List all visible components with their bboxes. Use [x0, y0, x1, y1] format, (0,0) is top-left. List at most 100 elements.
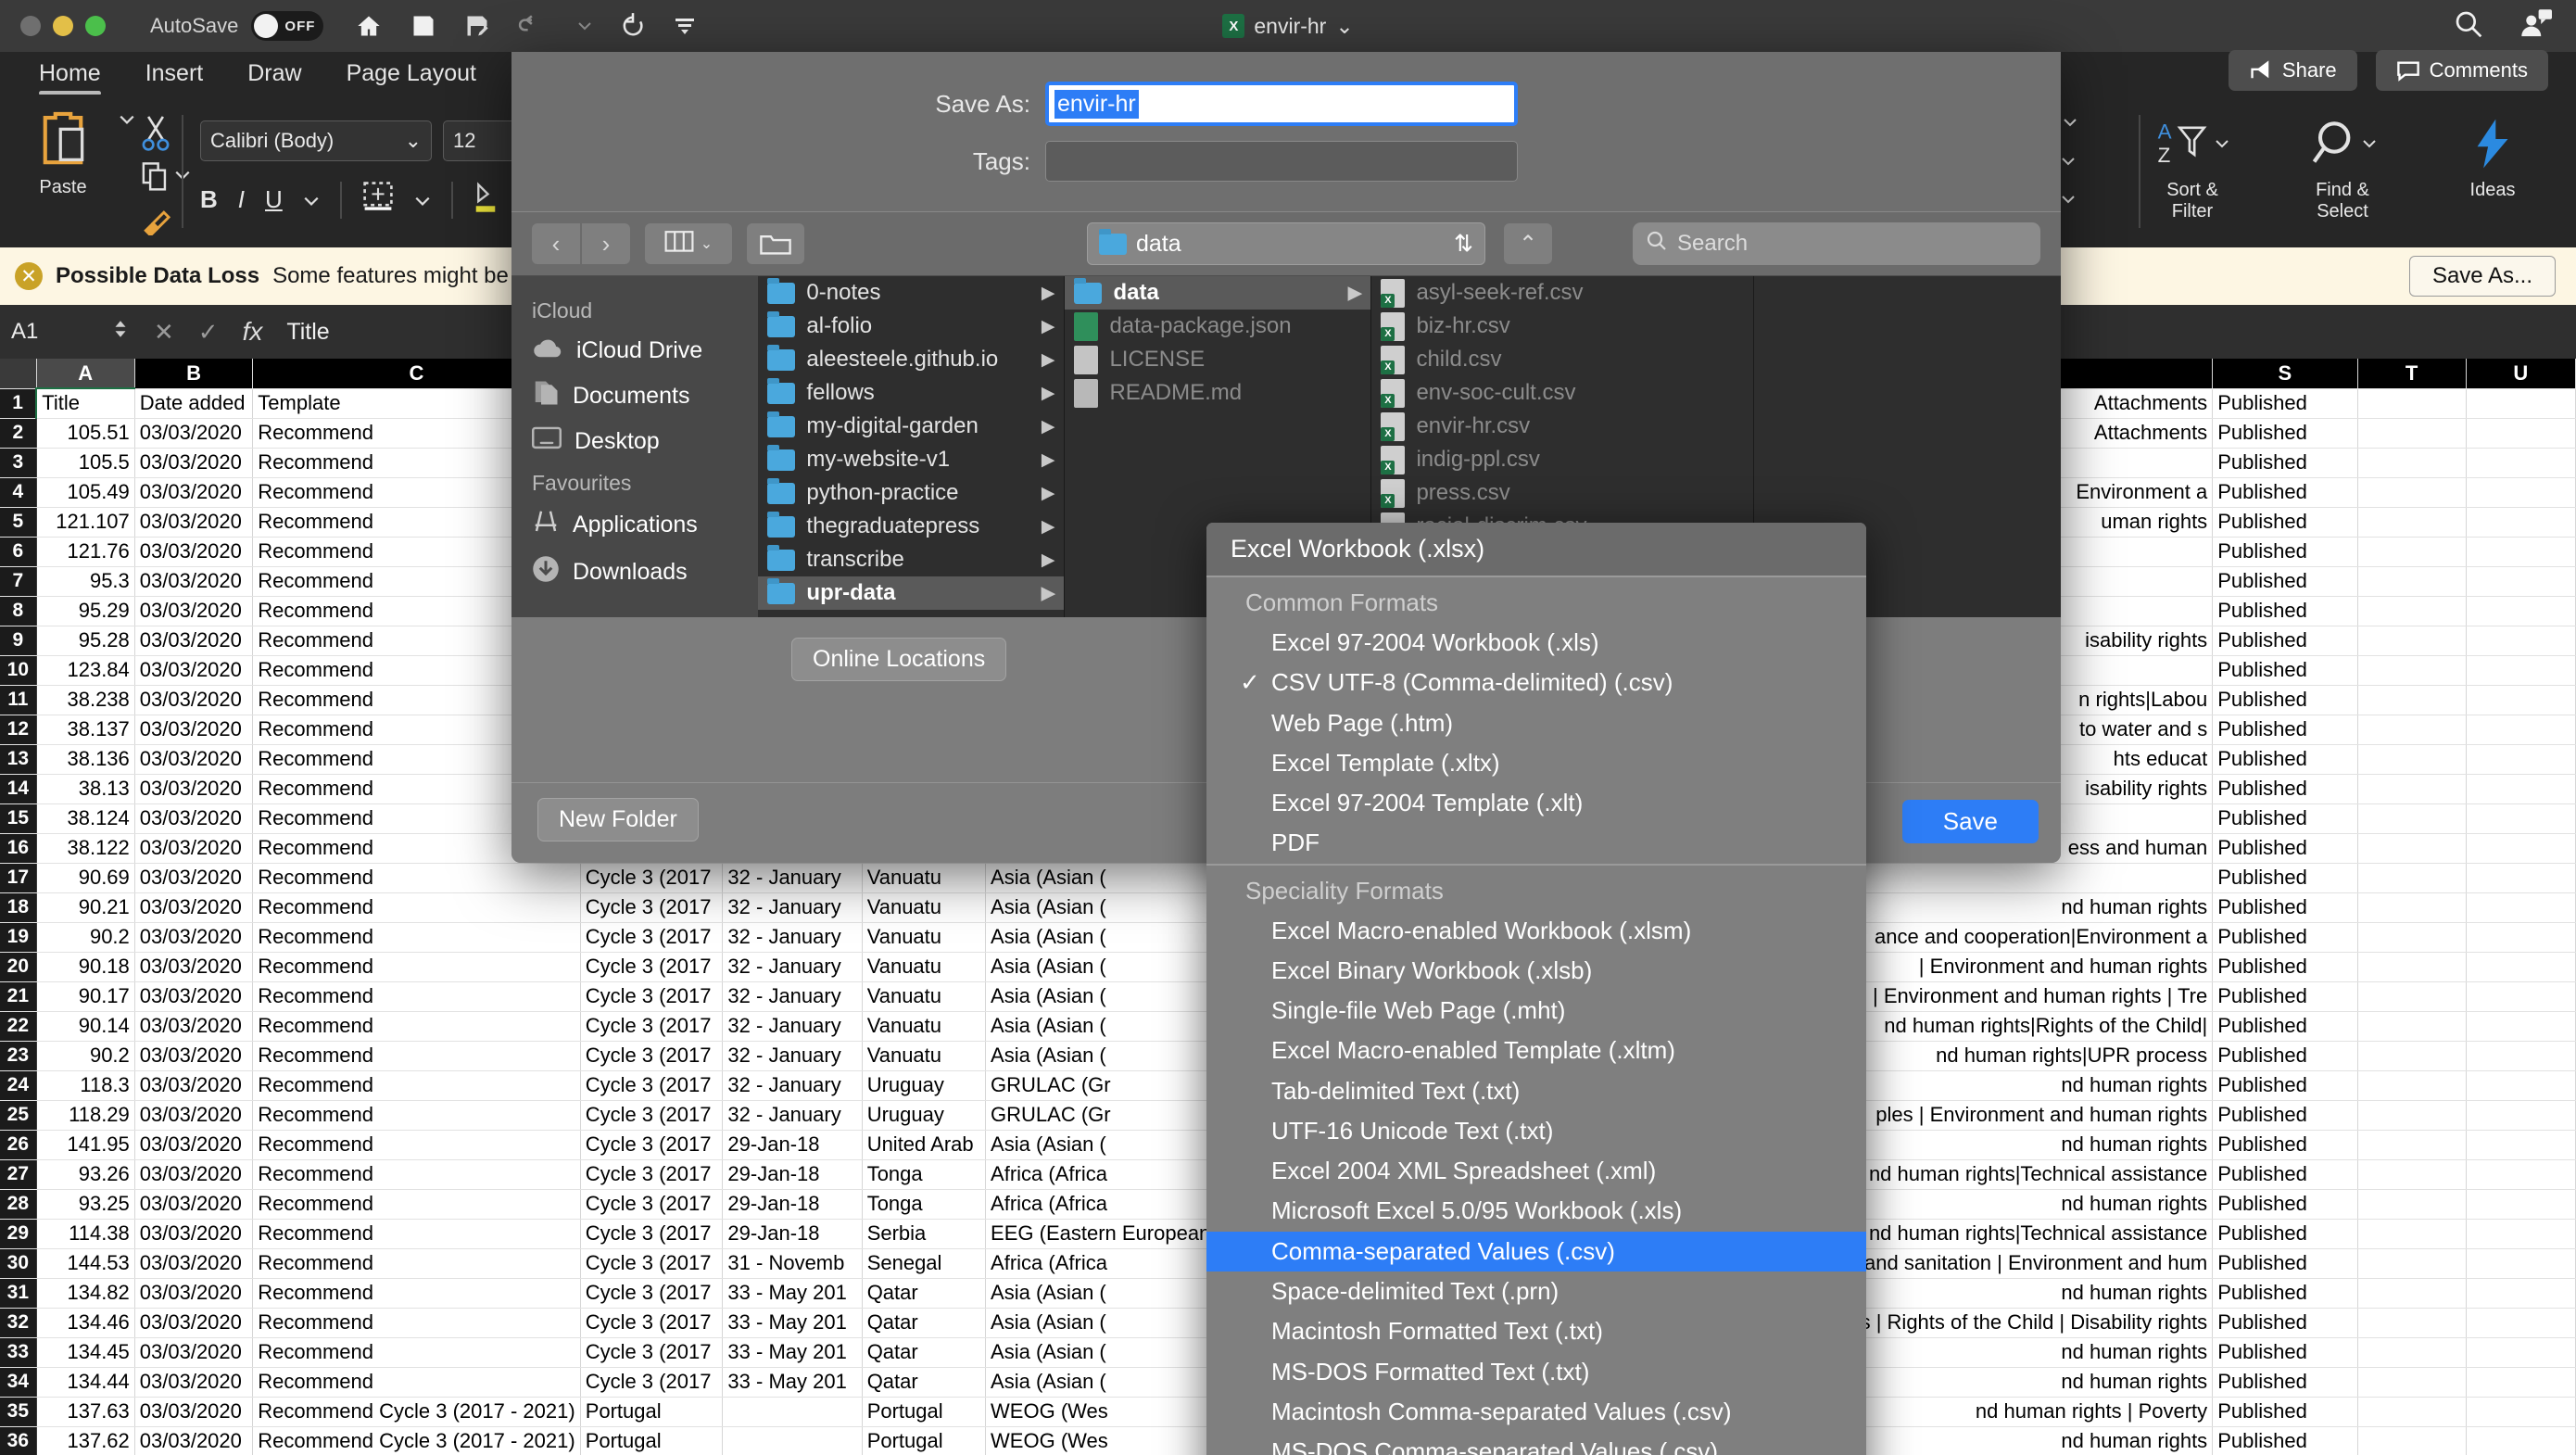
row-header[interactable]: 22	[0, 1011, 37, 1042]
cell[interactable]: Asia (Asian (	[985, 1337, 1244, 1368]
row-header[interactable]: 4	[0, 477, 37, 508]
cell[interactable]: Uruguay	[862, 1070, 987, 1101]
menu-item[interactable]: Excel Template (.xltx)	[1206, 743, 1866, 783]
search-icon[interactable]	[2454, 9, 2483, 44]
cell[interactable]: Vanuatu	[862, 1041, 987, 1071]
cell[interactable]: Asia (Asian (	[985, 1308, 1244, 1338]
cell[interactable]: Published	[2212, 537, 2358, 567]
row-header[interactable]: 36	[0, 1426, 37, 1455]
tab-home[interactable]: Home	[17, 60, 123, 95]
cell[interactable]: United Arab	[862, 1130, 987, 1160]
row-header[interactable]: 33	[0, 1337, 37, 1368]
cell[interactable]: Cycle 3 (2017	[580, 863, 724, 893]
cell[interactable]: Recommend	[252, 1159, 581, 1190]
cell[interactable]: Published	[2212, 1041, 2358, 1071]
cell[interactable]: 32 - January	[722, 863, 863, 893]
cell[interactable]: Published	[2212, 981, 2358, 1012]
menu-item[interactable]: Macintosh Formatted Text (.txt)	[1206, 1311, 1866, 1351]
cell[interactable]: Published	[2212, 1100, 2358, 1131]
menu-item[interactable]: Excel Macro-enabled Template (.xltm)	[1206, 1031, 1866, 1070]
row-header[interactable]: 30	[0, 1248, 37, 1279]
cell[interactable]	[2466, 803, 2576, 834]
cell[interactable]: 90.14	[36, 1011, 135, 1042]
cell[interactable]: Published	[2212, 715, 2358, 745]
cell[interactable]: nd human rights	[1855, 1337, 2214, 1368]
cell[interactable]: Published	[2212, 448, 2358, 478]
cell[interactable]: GRULAC (Gr	[985, 1070, 1244, 1101]
row-header[interactable]: 12	[0, 715, 37, 745]
account-icon[interactable]	[2520, 8, 2552, 44]
cell[interactable]: Recommend	[252, 1070, 581, 1101]
row-header[interactable]: 19	[0, 922, 37, 953]
bold-button[interactable]: B	[200, 185, 218, 214]
file-row[interactable]: my-website-v1 ▶	[758, 443, 1064, 476]
row-header[interactable]: 13	[0, 744, 37, 775]
back-button[interactable]: ‹	[532, 223, 580, 264]
cell[interactable]: 33 - May 201	[722, 1308, 863, 1338]
cell[interactable]: 141.95	[36, 1130, 135, 1160]
cell[interactable]: nd human rights|Technical assistance	[1855, 1159, 2214, 1190]
cell[interactable]: 03/03/2020	[134, 596, 254, 626]
row-header[interactable]: 15	[0, 803, 37, 834]
cell[interactable]: Published	[2212, 1337, 2358, 1368]
cell[interactable]: Vanuatu	[862, 952, 987, 982]
cell[interactable]: Africa (Africa	[985, 1189, 1244, 1220]
cell[interactable]	[2466, 744, 2576, 775]
go-up-button[interactable]: ⌃	[1504, 223, 1552, 264]
cell[interactable]: Recommend	[252, 1189, 581, 1220]
cell[interactable]: Cycle 3 (2017	[580, 1070, 724, 1101]
file-row[interactable]: transcribe ▶	[758, 543, 1064, 576]
cell[interactable]	[2357, 1308, 2467, 1338]
cell[interactable]: 32 - January	[722, 952, 863, 982]
cell[interactable]: 32 - January	[722, 1041, 863, 1071]
file-row[interactable]: asyl-seek-ref.csv	[1371, 276, 1753, 310]
cell[interactable]: 03/03/2020	[134, 981, 254, 1012]
cell[interactable]: 38.136	[36, 744, 135, 775]
cell[interactable]: 03/03/2020	[134, 1426, 254, 1455]
new-folder-icon-button[interactable]	[747, 223, 804, 264]
cell[interactable]: Qatar	[862, 1337, 987, 1368]
cell[interactable]	[2466, 507, 2576, 538]
cell[interactable]: WEOG (Wes	[985, 1397, 1244, 1427]
menu-item[interactable]: Microsoft Excel 5.0/95 Workbook (.xls)	[1206, 1191, 1866, 1231]
cell[interactable]: 38.124	[36, 803, 135, 834]
cell[interactable]: ples | Environment and human rights	[1855, 1100, 2214, 1131]
cell[interactable]	[2357, 1337, 2467, 1368]
cell[interactable]: Recommend	[252, 952, 581, 982]
sidebar-item-applications[interactable]: Applications	[511, 501, 758, 549]
cell[interactable]: Published	[2212, 507, 2358, 538]
cell[interactable]: 93.25	[36, 1189, 135, 1220]
cell[interactable]: nd human rights	[1855, 1130, 2214, 1160]
cell[interactable]: 33 - May 201	[722, 1278, 863, 1309]
tab-page-layout[interactable]: Page Layout	[324, 60, 499, 87]
file-row[interactable]: indig-ppl.csv	[1371, 443, 1753, 476]
new-folder-button[interactable]: New Folder	[537, 798, 699, 841]
cell[interactable]: Africa (Africa	[985, 1248, 1244, 1279]
cell[interactable]: 03/03/2020	[134, 1337, 254, 1368]
cell[interactable]	[2357, 1367, 2467, 1398]
cell[interactable]	[2357, 863, 2467, 893]
cell[interactable]: Recommend	[252, 1100, 581, 1131]
cell[interactable]: Asia (Asian (	[985, 981, 1244, 1012]
row-header[interactable]: 29	[0, 1219, 37, 1249]
cell[interactable]: 134.45	[36, 1337, 135, 1368]
cell[interactable]	[2357, 1189, 2467, 1220]
cell[interactable]	[2466, 892, 2576, 923]
cell[interactable]: 03/03/2020	[134, 1367, 254, 1398]
cell[interactable]	[2357, 1397, 2467, 1427]
row-header[interactable]: 6	[0, 537, 37, 567]
cell[interactable]: Published	[2212, 1397, 2358, 1427]
cell[interactable]: Recommend	[252, 1219, 581, 1249]
row-header[interactable]: 24	[0, 1070, 37, 1101]
current-folder-popup[interactable]: data ⇅	[1087, 222, 1485, 265]
cell[interactable]: 90.21	[36, 892, 135, 923]
cell[interactable]: 32 - January	[722, 892, 863, 923]
sidebar-item-downloads[interactable]: Downloads	[511, 549, 758, 596]
cell[interactable]: nd human rights|Rights of the Child|	[1855, 1011, 2214, 1042]
cell[interactable]: 03/03/2020	[134, 537, 254, 567]
cell[interactable]: 105.5	[36, 448, 135, 478]
cell[interactable]: Cycle 3 (2017	[580, 1248, 724, 1279]
cell[interactable]	[2357, 1070, 2467, 1101]
cell[interactable]: Recommend	[252, 1337, 581, 1368]
cell[interactable]	[2357, 685, 2467, 715]
